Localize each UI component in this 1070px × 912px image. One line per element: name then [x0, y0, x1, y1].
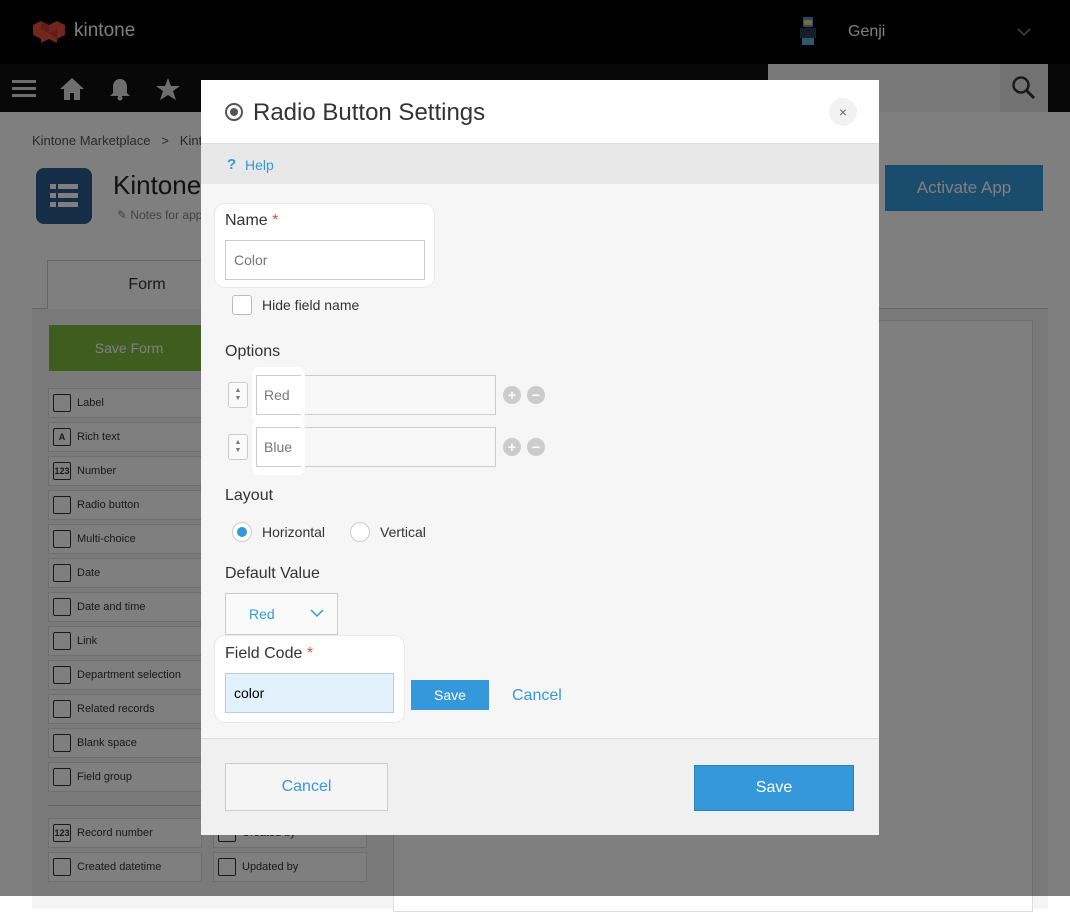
- hide-field-name-label: Hide field name: [262, 297, 360, 313]
- option-value: Blue: [264, 439, 293, 455]
- dialog-title: Radio Button Settings: [253, 99, 486, 126]
- option-value: Red: [264, 387, 290, 403]
- help-link[interactable]: Help: [245, 157, 274, 173]
- help-bar: [201, 144, 879, 184]
- remove-option-button[interactable]: −: [527, 386, 545, 404]
- name-input[interactable]: [225, 240, 425, 280]
- default-value-selected: Red: [249, 606, 275, 622]
- dialog-cancel-button[interactable]: Cancel: [225, 763, 388, 811]
- field-code-label: Field Code *: [225, 645, 314, 662]
- add-option-button[interactable]: +: [503, 438, 521, 456]
- remove-option-button[interactable]: −: [527, 438, 545, 456]
- radio-button-icon: [225, 103, 243, 121]
- name-label: Name *: [225, 212, 279, 229]
- layout-horizontal-label: Horizontal: [262, 524, 326, 540]
- field-code-cancel-link[interactable]: Cancel: [512, 687, 562, 705]
- dialog-save-button[interactable]: Save: [694, 765, 854, 811]
- option-reorder-handle[interactable]: ▲ ▼: [228, 434, 248, 460]
- field-code-save-button[interactable]: Save: [411, 680, 489, 710]
- options-label: Options: [225, 343, 281, 360]
- layout-vertical-label: Vertical: [380, 524, 426, 540]
- field-code-input[interactable]: [225, 673, 394, 713]
- default-value-label: Default Value: [225, 565, 320, 582]
- help-icon[interactable]: ?: [227, 156, 236, 173]
- layout-vertical-radio[interactable]: [350, 522, 370, 542]
- chevron-down-icon: [310, 609, 324, 618]
- hide-field-name-checkbox[interactable]: [232, 295, 252, 315]
- layout-label: Layout: [225, 487, 274, 504]
- add-option-button[interactable]: +: [503, 386, 521, 404]
- close-dialog-button[interactable]: ×: [829, 98, 857, 126]
- layout-horizontal-radio[interactable]: [232, 522, 252, 542]
- option-reorder-handle[interactable]: ▲ ▼: [228, 382, 248, 408]
